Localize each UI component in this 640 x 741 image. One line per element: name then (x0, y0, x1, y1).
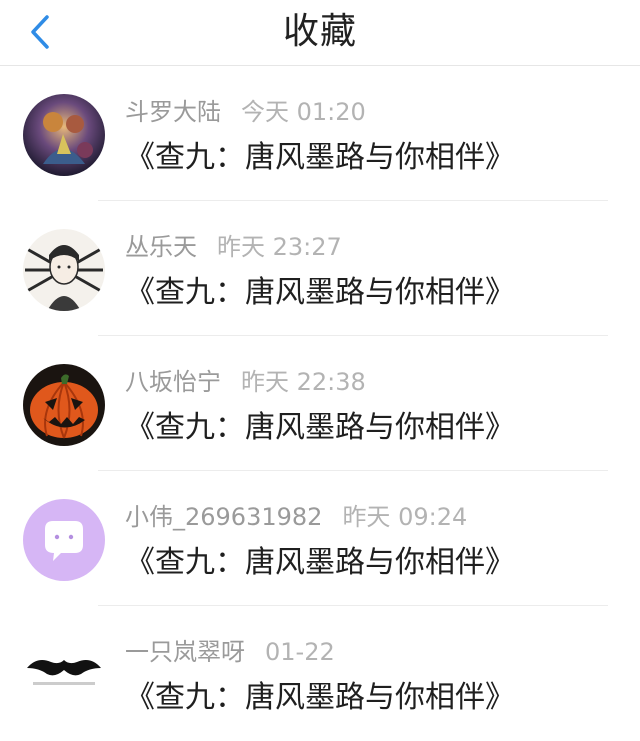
pumpkin-avatar-icon (23, 364, 105, 446)
item-meta: 八坂怡宁 昨天 22:38 (125, 366, 366, 398)
item-meta: 丛乐天 昨天 23:27 (125, 231, 342, 263)
avatar-image-icon (23, 94, 105, 176)
list-item[interactable]: 一只岚翠呀 01-22 《查九：唐风墨路与你相伴》 (0, 606, 640, 741)
favorites-list: 斗罗大陆 今天 01:20 《查九：唐风墨路与你相伴》 丛乐天 昨天 23:27… (0, 66, 640, 741)
mustache-avatar-icon (23, 634, 105, 716)
list-item[interactable]: 小伟_269631982 昨天 09:24 《查九：唐风墨路与你相伴》 (0, 471, 640, 606)
user-name[interactable]: 丛乐天 (125, 233, 197, 261)
timestamp: 昨天 22:38 (241, 368, 366, 396)
avatar[interactable] (23, 364, 105, 446)
list-item[interactable]: 丛乐天 昨天 23:27 《查九：唐风墨路与你相伴》 (0, 201, 640, 336)
item-meta: 小伟_269631982 昨天 09:24 (125, 501, 467, 533)
avatar-image-icon (23, 229, 105, 311)
default-avatar-icon (23, 499, 105, 581)
avatar[interactable] (23, 634, 105, 716)
timestamp: 昨天 09:24 (342, 503, 468, 531)
user-name[interactable]: 八坂怡宁 (125, 368, 221, 396)
timestamp: 昨天 23:27 (217, 233, 342, 261)
timestamp: 今天 01:20 (241, 98, 366, 126)
top-bar: 收藏 (0, 0, 640, 66)
item-meta: 一只岚翠呀 01-22 (125, 636, 335, 668)
user-name[interactable]: 斗罗大陆 (125, 98, 221, 126)
list-item[interactable]: 斗罗大陆 今天 01:20 《查九：唐风墨路与你相伴》 (0, 66, 640, 201)
item-meta: 斗罗大陆 今天 01:20 (125, 96, 366, 128)
page-title: 收藏 (282, 11, 357, 52)
avatar[interactable] (23, 229, 105, 311)
avatar[interactable] (23, 94, 105, 176)
item-title[interactable]: 《查九：唐风墨路与你相伴》 (125, 408, 515, 448)
timestamp: 01-22 (265, 638, 335, 666)
item-title[interactable]: 《查九：唐风墨路与你相伴》 (125, 273, 515, 313)
item-title[interactable]: 《查九：唐风墨路与你相伴》 (125, 138, 515, 178)
user-name[interactable]: 一只岚翠呀 (125, 638, 245, 666)
item-title[interactable]: 《查九：唐风墨路与你相伴》 (125, 543, 515, 583)
avatar[interactable] (23, 499, 105, 581)
list-item[interactable]: 八坂怡宁 昨天 22:38 《查九：唐风墨路与你相伴》 (0, 336, 640, 471)
item-title[interactable]: 《查九：唐风墨路与你相伴》 (125, 678, 515, 718)
user-name[interactable]: 小伟_269631982 (125, 503, 322, 531)
